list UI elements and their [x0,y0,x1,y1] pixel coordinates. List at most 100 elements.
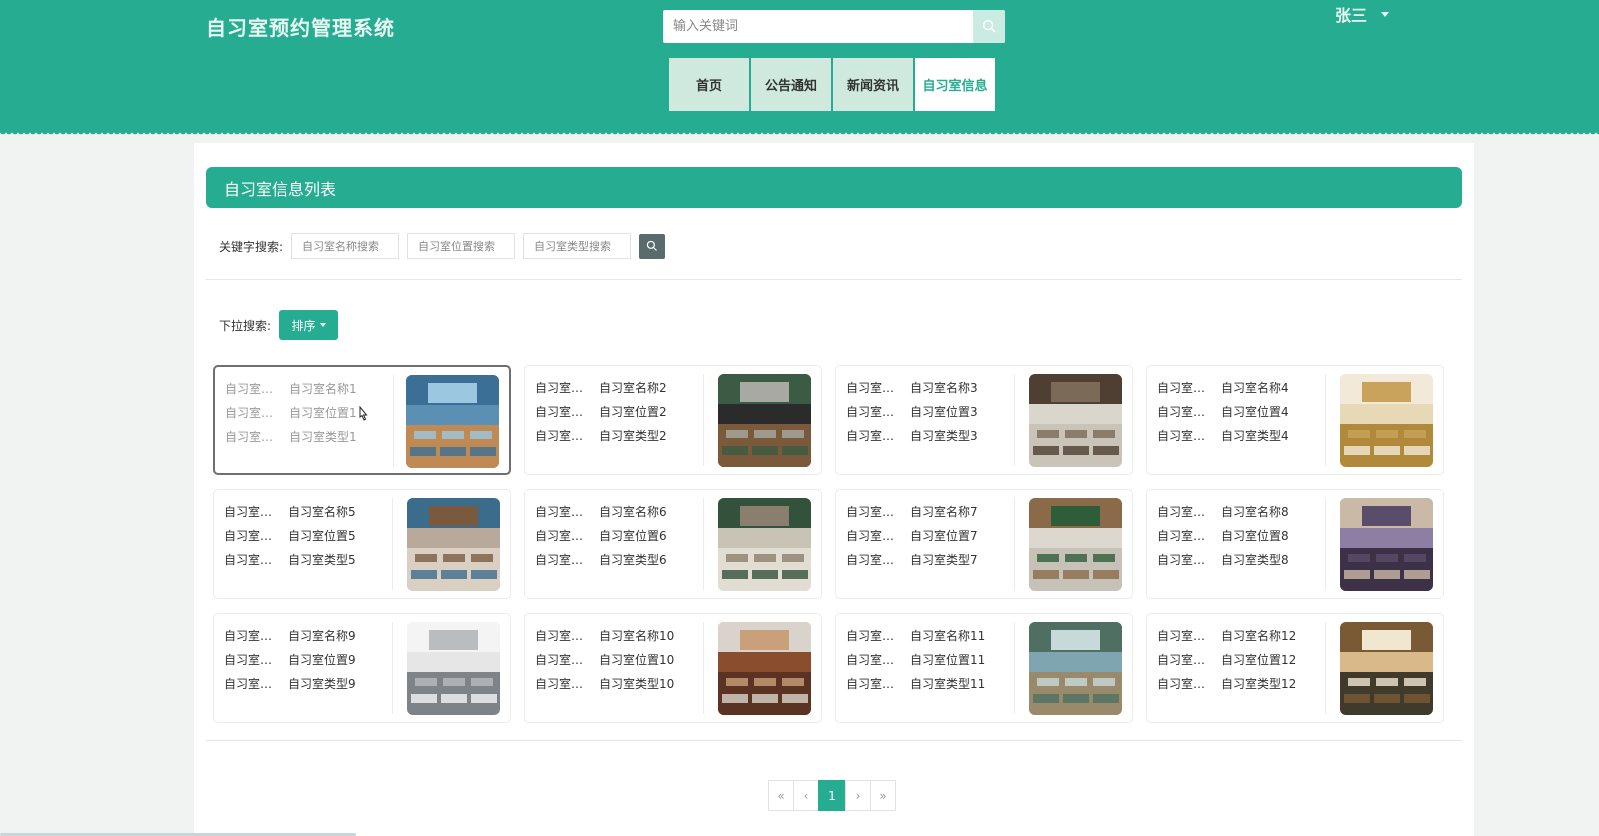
room-card[interactable]: 自习室… 自习室名称12 自习室… 自习室位置12 自习室… 自习室类型12 [1146,613,1444,723]
site-title: 自习室预约管理系统 [206,16,395,40]
room-thumbnail[interactable] [1340,374,1433,467]
room-location: 自习室位置1 [289,406,357,420]
room-type: 自习室类型9 [288,677,356,691]
field-label: 自习室… [846,529,895,543]
field-label: 自习室… [1157,653,1206,667]
field-label: 自习室… [535,653,584,667]
room-card[interactable]: 自习室… 自习室名称7 自习室… 自习室位置7 自习室… 自习室类型7 [835,489,1133,599]
field-label: 自习室… [224,553,273,567]
room-name: 自习室名称10 [599,629,675,643]
room-type-search-input[interactable]: 自习室类型搜索 [523,233,632,259]
field-label: 自习室… [224,677,273,691]
field-label: 自习室… [224,629,273,643]
card-divider [703,498,704,590]
keyword-search-label: 关键字搜索: [219,239,284,254]
room-card[interactable]: 自习室… 自习室名称8 自习室… 自习室位置8 自习室… 自习室类型8 [1146,489,1444,599]
room-card-grid: 自习室… 自习室名称1 自习室… 自习室位置1 自习室… 自习室类型1 自习室… 自习室… [213,365,1444,723]
room-name: 自习室名称4 [1221,381,1289,395]
nav-notice[interactable]: 公告通知 [751,58,831,111]
nav-news[interactable]: 新闻资讯 [833,58,913,111]
room-card[interactable]: 自习室… 自习室名称11 自习室… 自习室位置11 自习室… 自习室类型11 [835,613,1133,723]
keyword-search-row: 关键字搜索: 自习室名称搜索 自习室位置搜索 自习室类型搜索 [219,233,666,259]
room-card-info: 自习室… 自习室名称1 自习室… 自习室位置1 自习室… 自习室类型1 [225,377,357,449]
room-card-info: 自习室… 自习室名称2 自习室… 自习室位置2 自习室… 自习室类型2 [535,376,667,448]
field-label: 自习室… [846,505,895,519]
room-card-info: 自习室… 自习室名称5 自习室… 自习室位置5 自习室… 自习室类型5 [224,500,356,572]
room-name: 自习室名称11 [910,629,986,643]
sort-label: 排序 [291,318,316,333]
field-label: 自习室… [535,553,584,567]
room-type: 自习室类型12 [1221,677,1297,691]
room-card-info: 自习室… 自习室名称11 自习室… 自习室位置11 自习室… 自习室类型11 [846,624,985,696]
sort-dropdown-button[interactable]: 排序 [279,310,339,340]
field-label: 自习室… [225,382,274,396]
field-label: 自习室… [846,677,895,691]
card-divider [392,622,393,714]
room-name: 自习室名称3 [910,381,978,395]
field-label: 自习室… [224,505,273,519]
room-location-search-input[interactable]: 自习室位置搜索 [407,233,516,259]
page-last-button[interactable]: » [870,780,896,811]
card-divider [1014,498,1015,590]
room-location: 自习室位置10 [599,653,675,667]
mouse-cursor-icon [359,406,368,421]
room-card[interactable]: 自习室… 自习室名称3 自习室… 自习室位置3 自习室… 自习室类型3 [835,365,1133,475]
room-location: 自习室位置3 [910,405,978,419]
room-thumbnail[interactable] [406,375,499,468]
room-thumbnail[interactable] [1029,374,1122,467]
room-thumbnail[interactable] [1029,622,1122,715]
nav-study-room[interactable]: 自习室信息 [915,58,995,111]
room-card-info: 自习室… 自习室名称8 自习室… 自习室位置8 自习室… 自习室类型8 [1157,500,1289,572]
field-label: 自习室… [535,405,584,419]
user-menu[interactable]: 张三 [1335,2,1390,26]
room-card[interactable]: 自习室… 自习室名称2 自习室… 自习室位置2 自习室… 自习室类型2 [524,365,822,475]
room-card-info: 自习室… 自习室名称4 自习室… 自习室位置4 自习室… 自习室类型4 [1157,376,1289,448]
room-location: 自习室位置4 [1221,405,1289,419]
room-type: 自习室类型11 [910,677,986,691]
room-thumbnail[interactable] [718,374,811,467]
field-label: 自习室… [1157,553,1206,567]
room-card[interactable]: 自习室… 自习室名称10 自习室… 自习室位置10 自习室… 自习室类型10 [524,613,822,723]
room-thumbnail[interactable] [718,622,811,715]
room-location: 自习室位置8 [1221,529,1289,543]
room-thumbnail[interactable] [1340,622,1433,715]
room-thumbnail[interactable] [718,498,811,591]
keyword-search-button[interactable] [639,233,666,259]
divider [206,740,1462,741]
header-search-input[interactable] [663,10,971,43]
room-thumbnail[interactable] [407,622,500,715]
room-type: 自习室类型8 [1221,553,1289,567]
room-name: 自习室名称5 [288,505,356,519]
header-search-button[interactable] [973,10,1005,43]
room-card-info: 自习室… 自习室名称3 自习室… 自习室位置3 自习室… 自习室类型3 [846,376,978,448]
room-card-info: 自习室… 自习室名称9 自习室… 自习室位置9 自习室… 自习室类型9 [224,624,356,696]
room-card[interactable]: 自习室… 自习室名称9 自习室… 自习室位置9 自习室… 自习室类型9 [213,613,511,723]
page-first-button[interactable]: « [768,780,794,811]
divider [206,279,1462,280]
field-label: 自习室… [535,429,584,443]
nav-home[interactable]: 首页 [669,58,749,111]
field-label: 自习室… [846,553,895,567]
room-card-info: 自习室… 自习室名称10 自习室… 自习室位置10 自习室… 自习室类型10 [535,624,674,696]
list-title: 自习室信息列表 [206,167,1462,208]
field-label: 自习室… [1157,429,1206,443]
room-location: 自习室位置11 [910,653,986,667]
card-divider [1325,498,1326,590]
field-label: 自习室… [846,381,895,395]
room-card[interactable]: 自习室… 自习室名称4 自习室… 自习室位置4 自习室… 自习室类型4 [1146,365,1444,475]
room-name-search-input[interactable]: 自习室名称搜索 [291,233,400,259]
room-thumbnail[interactable] [407,498,500,591]
field-label: 自习室… [535,629,584,643]
page-next-button[interactable]: › [845,780,871,811]
room-name: 自习室名称1 [289,382,357,396]
room-name: 自习室名称9 [288,629,356,643]
field-label: 自习室… [225,430,274,444]
room-thumbnail[interactable] [1029,498,1122,591]
field-label: 自习室… [535,505,584,519]
room-card[interactable]: 自习室… 自习室名称5 自习室… 自习室位置5 自习室… 自习室类型5 [213,489,511,599]
room-card-info: 自习室… 自习室名称6 自习室… 自习室位置6 自习室… 自习室类型6 [535,500,667,572]
page-prev-button[interactable]: ‹ [793,780,819,811]
page-current-button[interactable]: 1 [818,780,846,811]
room-card[interactable]: 自习室… 自习室名称6 自习室… 自习室位置6 自习室… 自习室类型6 [524,489,822,599]
room-thumbnail[interactable] [1340,498,1433,591]
